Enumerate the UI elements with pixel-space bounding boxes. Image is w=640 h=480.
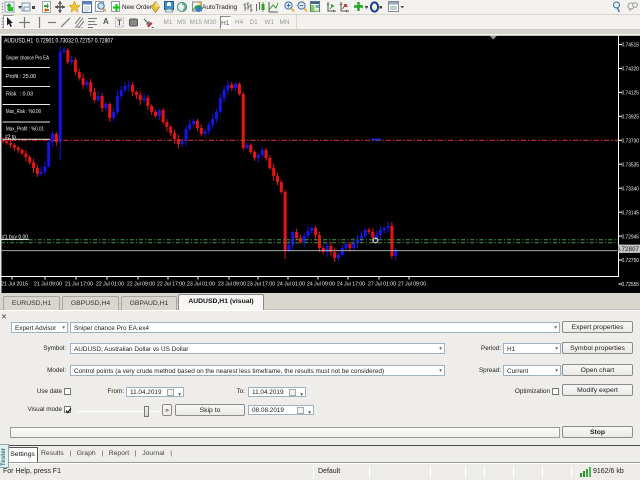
svg-text:22 Jul 17:00: 22 Jul 17:00: [157, 282, 185, 288]
svg-text:0.74320: 0.74320: [622, 67, 640, 73]
svg-text:24 Jul 01:00: 24 Jul 01:00: [277, 282, 305, 288]
svg-text:0.72750: 0.72750: [622, 258, 640, 264]
svg-text:T: T: [117, 19, 122, 28]
svg-text:21 Jul 17:00: 21 Jul 17:00: [65, 282, 93, 288]
svg-text:Sniper chance Pro EA: Sniper chance Pro EA: [6, 56, 49, 62]
svg-text:0.72555: 0.72555: [622, 282, 640, 288]
svg-text:0.72945: 0.72945: [622, 234, 640, 240]
svg-text:Max_Risk : %0.00: Max_Risk : %0.00: [6, 109, 42, 115]
svg-text:27 Jul 09:00: 27 Jul 09:00: [398, 282, 426, 288]
svg-text:0.73145: 0.73145: [622, 210, 640, 216]
svg-text:24 Jul 09:00: 24 Jul 09:00: [307, 282, 335, 288]
svg-text:23 Jul 17:00: 23 Jul 17:00: [247, 282, 275, 288]
svg-text:23 Jul 09:00: 23 Jul 09:00: [218, 282, 246, 288]
svg-text:0.74125: 0.74125: [622, 91, 640, 97]
svg-text:Max_Profit : %0.01: Max_Profit : %0.01: [6, 127, 44, 133]
svg-text:23 Jul 01:00: 23 Jul 01:00: [187, 282, 215, 288]
svg-text:#2 tp: #2 tp: [5, 134, 17, 140]
svg-text:0.74515: 0.74515: [622, 43, 640, 49]
svg-text:0.73535: 0.73535: [622, 162, 640, 168]
svg-text:Risk : 0.03: Risk : 0.03: [6, 92, 34, 98]
svg-text:22 Jul 09:00: 22 Jul 09:00: [127, 282, 155, 288]
svg-text:27 Jul 01:00: 27 Jul 01:00: [368, 282, 396, 288]
svg-text:0.73730: 0.73730: [622, 139, 640, 145]
svg-text:0.72807: 0.72807: [616, 246, 639, 253]
svg-text:Profit : 25.00: Profit : 25.00: [6, 74, 37, 80]
svg-text:21 Jul 09:00: 21 Jul 09:00: [34, 282, 62, 288]
svg-text:22 Jul 01:00: 22 Jul 01:00: [96, 282, 124, 288]
svg-text:21 Jul 2015: 21 Jul 2015: [1, 282, 28, 288]
svg-text:0.73925: 0.73925: [622, 115, 640, 121]
svg-text:AUDUSD,H1 0.72901 0.73032 0.7: AUDUSD,H1 0.72901 0.73032 0.72757 0.7280…: [4, 38, 113, 45]
svg-text:24 Jul 17:00: 24 Jul 17:00: [337, 282, 365, 288]
svg-text:0.73340: 0.73340: [622, 186, 640, 192]
